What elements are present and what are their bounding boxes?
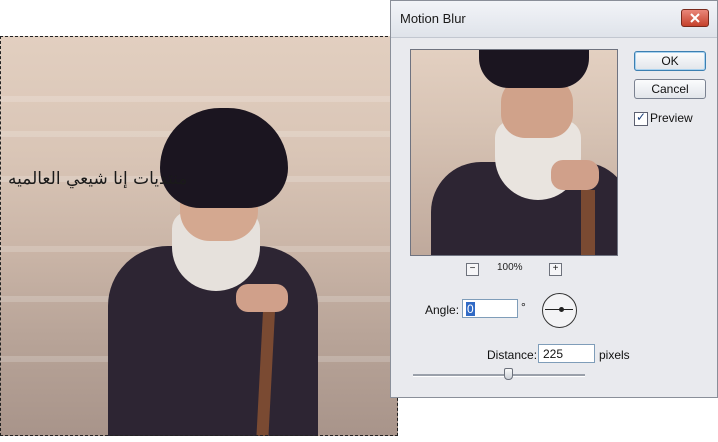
distance-input[interactable]: 225 [538, 344, 595, 363]
angle-dial-center [559, 307, 564, 312]
filter-preview[interactable] [410, 49, 618, 256]
dialog-titlebar[interactable]: Motion Blur [391, 1, 717, 38]
preview-turban [479, 50, 589, 88]
motion-blur-dialog: Motion Blur − 100% + OK Cancel ✓ Preview… [390, 0, 718, 398]
distance-slider-track[interactable] [413, 374, 585, 377]
document-canvas[interactable]: منتديات إنا شيعي العالميه [0, 36, 398, 436]
distance-slider-thumb[interactable] [504, 368, 513, 380]
ok-button[interactable]: OK [634, 51, 706, 71]
cancel-button[interactable]: Cancel [634, 79, 706, 99]
zoom-controls: − 100% + [410, 262, 618, 276]
degree-symbol: ° [521, 300, 526, 314]
close-x-icon [690, 13, 700, 23]
zoom-level: 100% [497, 262, 523, 273]
zoom-in-button[interactable]: + [549, 263, 562, 276]
selection-marquee [0, 36, 398, 436]
dialog-title: Motion Blur [400, 11, 466, 26]
preview-hand [551, 160, 599, 190]
preview-checkbox-label[interactable]: Preview [650, 111, 693, 125]
angle-value: 0 [466, 302, 475, 316]
zoom-out-button[interactable]: − [466, 263, 479, 276]
angle-label: Angle: [425, 303, 460, 317]
distance-label: Distance: [487, 348, 538, 362]
preview-cane [581, 190, 595, 255]
distance-unit-label: pixels [599, 348, 630, 362]
checkmark-icon: ✓ [636, 110, 647, 124]
preview-checkbox[interactable]: ✓ [634, 110, 648, 126]
angle-dial[interactable] [542, 293, 577, 328]
angle-input[interactable]: 0 [462, 299, 518, 318]
close-button[interactable] [681, 9, 709, 27]
